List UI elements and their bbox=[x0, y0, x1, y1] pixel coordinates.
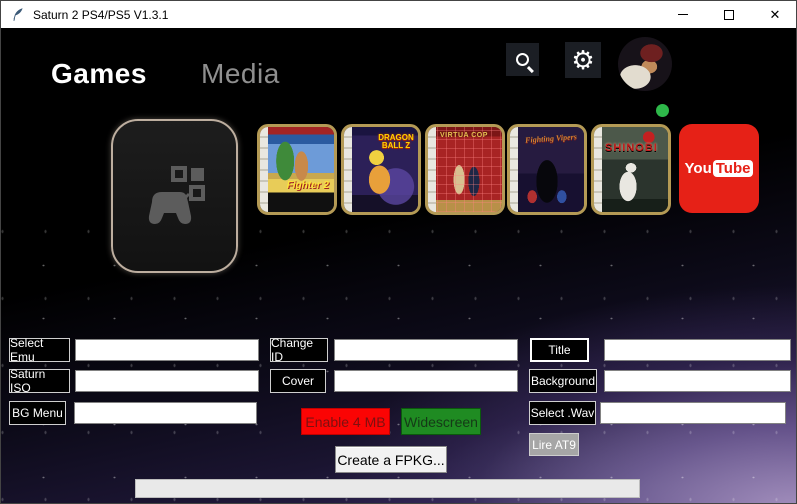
saturn-iso-button[interactable]: Saturn ISO bbox=[9, 369, 70, 393]
maximize-button[interactable] bbox=[706, 1, 752, 28]
youtube-logo-you: You bbox=[685, 160, 712, 177]
game-cover-fighting-vipers[interactable]: Fighting Vipers bbox=[507, 124, 587, 215]
cover-art bbox=[594, 127, 668, 212]
feather-app-icon bbox=[10, 7, 26, 23]
bg-menu-button[interactable]: BG Menu bbox=[9, 401, 66, 425]
game-cover-virtua-cop[interactable]: VIRTUA COP bbox=[425, 124, 505, 215]
tab-media[interactable]: Media bbox=[201, 58, 280, 90]
main-surface: Games Media ⚙ Fighter 2 DR bbox=[1, 28, 797, 504]
game-library-tile[interactable] bbox=[111, 119, 238, 273]
cover-art bbox=[260, 127, 334, 212]
saturn-iso-input[interactable] bbox=[75, 370, 259, 392]
online-status-dot bbox=[656, 104, 669, 117]
minimize-button[interactable] bbox=[660, 1, 706, 28]
sega-saturn-spine bbox=[594, 127, 602, 212]
youtube-logo-tube: Tube bbox=[713, 160, 754, 177]
select-emu-input[interactable] bbox=[75, 339, 259, 361]
enable-4mb-button[interactable]: Enable 4 MB bbox=[301, 408, 390, 435]
game-cover-dragon-ball-z[interactable]: DRAGON BALL Z bbox=[341, 124, 421, 215]
sega-saturn-spine bbox=[428, 127, 436, 212]
app-window: Saturn 2 PS4/PS5 V1.3.1 ✕ Games Media ⚙ bbox=[0, 0, 797, 504]
cover-art bbox=[344, 127, 418, 212]
gamepad-library-icon bbox=[140, 158, 210, 234]
select-emu-button[interactable]: Select Emu bbox=[9, 338, 70, 362]
youtube-tile[interactable]: You Tube bbox=[679, 124, 759, 213]
tab-games[interactable]: Games bbox=[51, 58, 147, 90]
select-wav-button[interactable]: Select .Wav bbox=[529, 401, 596, 425]
gear-icon: ⚙ bbox=[571, 47, 594, 73]
profile-avatar[interactable] bbox=[618, 37, 672, 91]
sega-saturn-spine bbox=[344, 127, 352, 212]
sega-saturn-spine bbox=[260, 127, 268, 212]
lire-at9-button[interactable]: Lire AT9 bbox=[529, 433, 579, 456]
change-id-button[interactable]: Change ID bbox=[270, 338, 328, 362]
window-title: Saturn 2 PS4/PS5 V1.3.1 bbox=[33, 8, 660, 22]
cover-button[interactable]: Cover bbox=[270, 369, 326, 393]
titlebar: Saturn 2 PS4/PS5 V1.3.1 ✕ bbox=[1, 1, 797, 28]
select-wav-input[interactable] bbox=[600, 402, 786, 424]
search-button[interactable] bbox=[506, 43, 539, 76]
create-fpkg-button[interactable]: Create a FPKG... bbox=[335, 446, 447, 473]
maximize-icon bbox=[724, 10, 734, 20]
sega-saturn-spine bbox=[510, 127, 518, 212]
search-icon bbox=[516, 53, 529, 66]
settings-button[interactable]: ⚙ bbox=[565, 42, 601, 78]
progress-bar bbox=[135, 479, 640, 498]
title-input[interactable] bbox=[604, 339, 791, 361]
widescreen-button[interactable]: Widescreen bbox=[401, 408, 481, 435]
background-button[interactable]: Background bbox=[529, 369, 597, 393]
cover-input[interactable] bbox=[334, 370, 518, 392]
close-button[interactable]: ✕ bbox=[752, 1, 797, 28]
title-button[interactable]: Title bbox=[530, 338, 589, 362]
minimize-icon bbox=[678, 14, 688, 15]
cover-art bbox=[510, 127, 584, 212]
game-cover-shinobi[interactable]: SHINOBI bbox=[591, 124, 671, 215]
bg-menu-input[interactable] bbox=[74, 402, 257, 424]
change-id-input[interactable] bbox=[334, 339, 518, 361]
game-cover-virtua-fighter-2[interactable]: Fighter 2 bbox=[257, 124, 337, 215]
cover-art bbox=[428, 127, 502, 212]
close-icon: ✕ bbox=[770, 8, 781, 21]
background-input[interactable] bbox=[604, 370, 791, 392]
